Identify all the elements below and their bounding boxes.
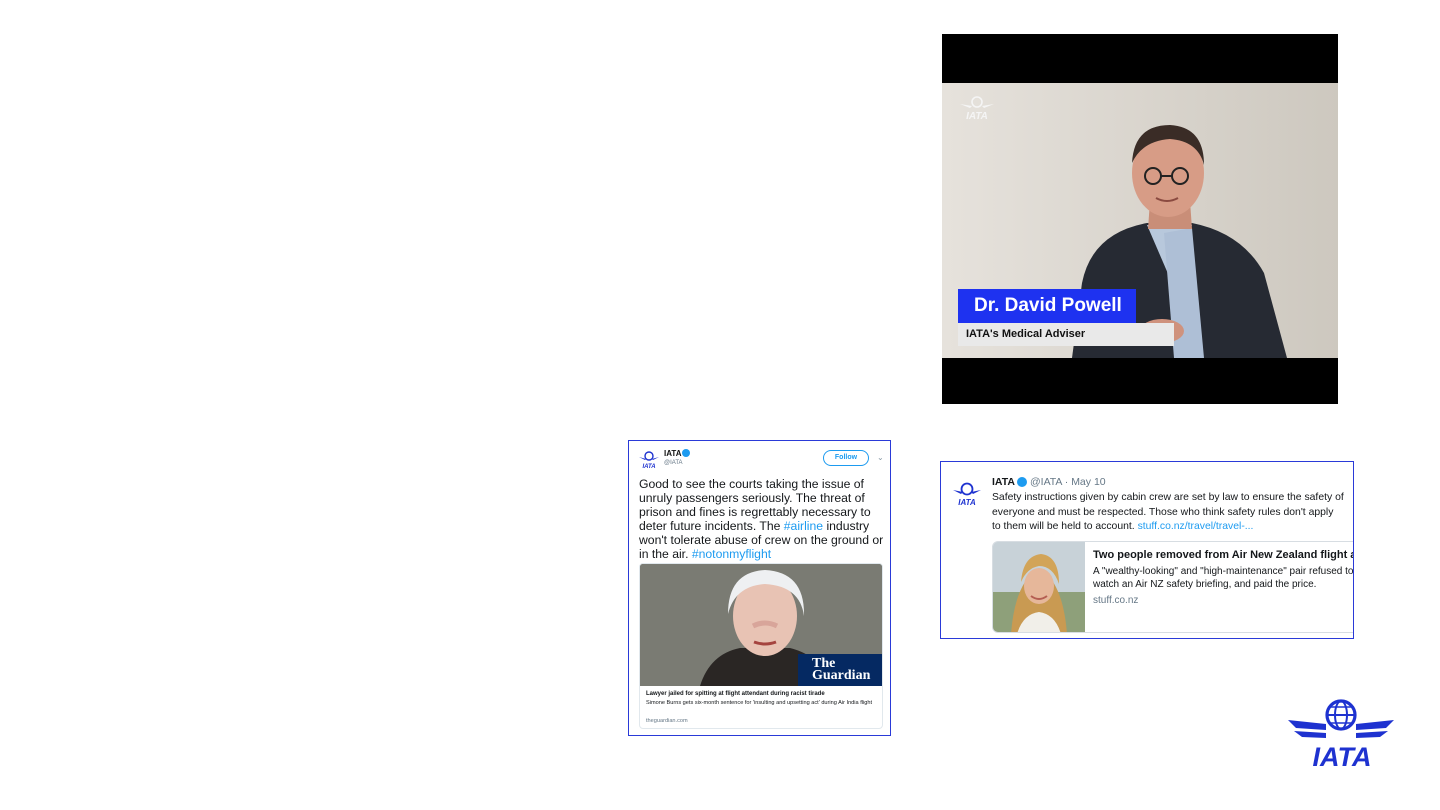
- slide: IATA Dr. David Powell IATA's Medical Adv…: [0, 0, 1440, 810]
- card-description: Simone Burns gets six-month sentence for…: [646, 700, 873, 706]
- svg-text:IATA: IATA: [958, 498, 976, 506]
- follow-button[interactable]: Follow: [823, 450, 869, 466]
- article-photo: [993, 542, 1085, 632]
- link-card[interactable]: The Guardian Lawyer jailed for spitting a…: [639, 563, 883, 729]
- card-domain: stuff.co.nz: [1093, 595, 1139, 606]
- tweet-text: Safety instructions given by cabin crew …: [992, 491, 1344, 535]
- video-panel[interactable]: IATA Dr. David Powell IATA's Medical Adv…: [942, 34, 1338, 404]
- iata-logo-text: IATA: [1313, 742, 1372, 768]
- verified-icon: [682, 449, 690, 457]
- link-card[interactable]: Two people removed from Air New Zealand …: [992, 541, 1354, 633]
- speaker-role: IATA's Medical Adviser: [958, 323, 1174, 346]
- card-title: Lawyer jailed for spitting at flight att…: [646, 691, 825, 697]
- account-handle: @IATA: [664, 460, 683, 466]
- video-frame: IATA Dr. David Powell IATA's Medical Adv…: [942, 83, 1338, 358]
- tweet-link[interactable]: stuff.co.nz/travel/travel-...: [1138, 521, 1254, 532]
- chevron-down-icon[interactable]: ⌄: [877, 453, 884, 462]
- guardian-logo: The Guardian: [798, 654, 882, 686]
- card-domain: theguardian.com: [646, 718, 688, 724]
- tweet-text: Good to see the courts taking the issue …: [639, 477, 885, 561]
- hashtag-notonmyflight[interactable]: #notonmyflight: [692, 547, 771, 561]
- tweet-header: IATA IATA @IATA Follow ⌄: [639, 449, 884, 471]
- account-name: IATA: [992, 476, 1015, 488]
- card-title: Two people removed from Air New Zealand …: [1093, 549, 1354, 561]
- card-description: A "wealthy-looking" and "high-maintenanc…: [1093, 566, 1354, 590]
- tweet-guardian: IATA IATA @IATA Follow ⌄ Good to see the…: [628, 440, 891, 736]
- article-photo: The Guardian: [640, 564, 882, 686]
- guardian-logo-line2: Guardian: [812, 668, 871, 683]
- speaker-name: Dr. David Powell: [958, 289, 1136, 323]
- watermark-text: IATA: [966, 111, 988, 121]
- iata-logo-icon: IATA: [1288, 699, 1394, 768]
- woman-portrait-image: [993, 542, 1085, 632]
- verified-icon: [1017, 477, 1027, 487]
- tweet-stuff: IATA IATA @IATA · May 10 Safety instruct…: [940, 461, 1354, 639]
- account-name: IATA: [664, 449, 682, 458]
- lower-third: Dr. David Powell IATA's Medical Adviser: [958, 289, 1174, 346]
- iata-avatar-icon: IATA: [953, 482, 981, 506]
- iata-watermark-icon: IATA: [960, 96, 994, 121]
- hashtag-airline[interactable]: #airline: [784, 519, 823, 533]
- iata-avatar-icon: IATA: [639, 451, 659, 469]
- svg-text:IATA: IATA: [642, 464, 655, 469]
- tweet-meta: @IATA · May 10: [1030, 476, 1106, 488]
